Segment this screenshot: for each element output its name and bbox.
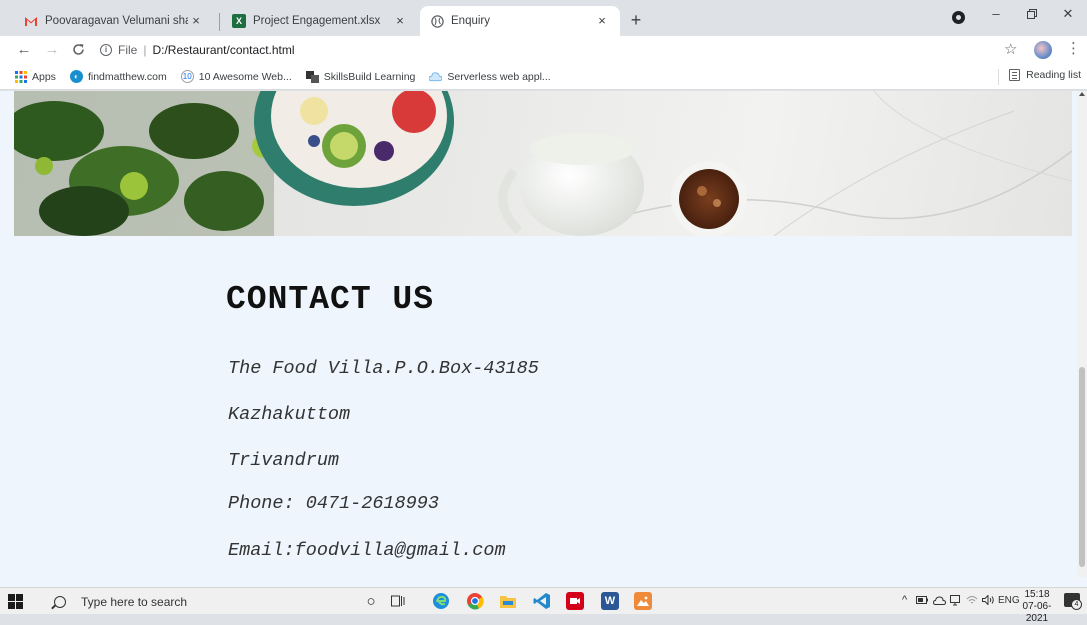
excel-icon: X bbox=[232, 14, 246, 28]
tab-excel[interactable]: X Project Engagement.xlsx × bbox=[222, 6, 418, 36]
bookmark-label: SkillsBuild Learning bbox=[323, 70, 416, 83]
tab-title: Project Engagement.xlsx bbox=[253, 15, 381, 27]
windows-taskbar: Type here to search ○ W ^ ENG 15:18 07-0… bbox=[0, 587, 1087, 624]
battery-icon[interactable] bbox=[916, 594, 928, 607]
word-icon[interactable]: W bbox=[601, 592, 619, 610]
back-arrow-icon[interactable]: ← bbox=[14, 40, 34, 60]
search-icon bbox=[54, 595, 66, 608]
vscode-icon[interactable] bbox=[533, 592, 551, 610]
clock-date: 07-06-2021 bbox=[1022, 601, 1052, 624]
food-bowl-hero-image bbox=[14, 91, 1072, 236]
web-icon: 10 bbox=[180, 70, 194, 83]
reload-icon[interactable] bbox=[68, 40, 88, 60]
clock-time: 15:18 bbox=[1024, 589, 1050, 600]
photos-icon[interactable] bbox=[634, 592, 652, 610]
address-bar[interactable]: i File | D:/Restaurant/contact.html bbox=[100, 39, 980, 61]
new-tab-button[interactable]: + bbox=[624, 8, 648, 32]
edge-icon[interactable] bbox=[432, 592, 450, 610]
avatar[interactable] bbox=[1034, 41, 1052, 59]
show-hidden-icons-chevron-icon[interactable]: ^ bbox=[902, 594, 907, 606]
close-icon[interactable]: × bbox=[594, 13, 610, 29]
bookmarks-bar: Apps ◐ findmatthew.com 10 10 Awesome Web… bbox=[0, 64, 1087, 90]
minimize-button[interactable]: – bbox=[978, 0, 1014, 30]
cortana-icon[interactable]: ○ bbox=[362, 592, 380, 610]
bookmark-star-icon[interactable]: ☆ bbox=[1004, 40, 1017, 58]
reading-list-button[interactable]: Reading list bbox=[1009, 69, 1081, 81]
menu-dots-icon[interactable]: ⋮ bbox=[1066, 40, 1081, 58]
bookmark-findmatthew[interactable]: ◐ findmatthew.com bbox=[69, 70, 167, 83]
globe-icon bbox=[430, 14, 444, 28]
address-scheme: File bbox=[118, 43, 138, 57]
screen-recorder-icon[interactable] bbox=[566, 592, 584, 610]
bookmarks-divider bbox=[998, 69, 999, 85]
bookmark-skillsbuild[interactable]: SkillsBuild Learning bbox=[305, 70, 416, 83]
tab-divider bbox=[219, 13, 220, 31]
taskbar-search-placeholder: Type here to search bbox=[81, 594, 188, 609]
address-url: D:/Restaurant/contact.html bbox=[152, 43, 295, 57]
wifi-icon[interactable] bbox=[966, 594, 978, 608]
bookmark-serverless[interactable]: Serverless web appl... bbox=[429, 70, 551, 83]
serverless-icon bbox=[429, 70, 443, 83]
address-line: The Food Villa.P.O.Box-43185 bbox=[228, 358, 539, 379]
chrome-profile-icon[interactable] bbox=[952, 11, 965, 24]
forward-arrow-icon[interactable]: → bbox=[42, 40, 62, 60]
apps-grid-icon bbox=[14, 70, 27, 83]
findmatthew-icon: ◐ bbox=[69, 70, 83, 83]
email-line: Email:foodvilla@gmail.com bbox=[228, 540, 506, 561]
file-explorer-icon[interactable] bbox=[499, 592, 517, 610]
chrome-icon[interactable] bbox=[466, 592, 484, 610]
notification-count-badge: 4 bbox=[1071, 599, 1082, 610]
close-icon[interactable]: × bbox=[392, 13, 408, 29]
bookmark-label: findmatthew.com bbox=[87, 70, 167, 83]
gmail-icon bbox=[24, 14, 38, 28]
restore-button[interactable] bbox=[1014, 0, 1050, 30]
tab-title: Poovaragavan Velumani shared bbox=[45, 15, 188, 27]
phone-line: Phone: 0471-2618993 bbox=[228, 493, 439, 514]
bookmark-label: 10 Awesome Web... bbox=[198, 70, 292, 83]
device-icon[interactable] bbox=[950, 594, 960, 609]
tab-gmail[interactable]: Poovaragavan Velumani shared × bbox=[14, 6, 214, 36]
reading-list-label: Reading list bbox=[1026, 69, 1081, 81]
volume-icon[interactable] bbox=[982, 594, 994, 608]
info-icon[interactable]: i bbox=[100, 44, 112, 56]
address-line: Trivandrum bbox=[228, 450, 340, 471]
bookmark-10-awesome-web[interactable]: 10 10 Awesome Web... bbox=[180, 70, 292, 83]
page-viewport: CONTACT US The Food Villa.P.O.Box-43185 … bbox=[0, 91, 1087, 577]
bookmark-apps[interactable]: Apps bbox=[14, 70, 56, 83]
taskbar-clock[interactable]: 15:18 07-06-2021 bbox=[1014, 589, 1060, 625]
close-window-button[interactable]: ✕ bbox=[1050, 0, 1086, 30]
browser-toolbar: ← → i File | D:/Restaurant/contact.html … bbox=[0, 36, 1087, 64]
scroll-up-arrow-icon[interactable] bbox=[1079, 92, 1085, 96]
tab-enquiry[interactable]: Enquiry × bbox=[420, 6, 620, 36]
address-separator: | bbox=[143, 43, 147, 57]
page-title: CONTACT US bbox=[226, 281, 435, 318]
page-scrollbar[interactable] bbox=[1077, 91, 1087, 577]
windows-start-icon[interactable] bbox=[8, 594, 23, 609]
scrollbar-thumb[interactable] bbox=[1079, 367, 1085, 567]
page-bottom-strip bbox=[0, 577, 1087, 587]
tab-title: Enquiry bbox=[451, 15, 490, 27]
onedrive-cloud-icon[interactable] bbox=[932, 594, 947, 608]
skillsbuild-icon bbox=[305, 70, 319, 83]
bookmark-label: Apps bbox=[32, 70, 56, 83]
address-line: Kazhakuttom bbox=[228, 404, 351, 425]
bookmark-label: Serverless web appl... bbox=[447, 70, 551, 83]
tab-strip: Poovaragavan Velumani shared × X Project… bbox=[0, 0, 1087, 36]
taskbar-search-input[interactable]: Type here to search bbox=[46, 589, 346, 614]
notification-center-icon[interactable]: 4 bbox=[1064, 593, 1082, 610]
task-view-icon[interactable] bbox=[389, 592, 407, 610]
close-icon[interactable]: × bbox=[188, 13, 204, 29]
reading-list-icon bbox=[1009, 69, 1021, 81]
